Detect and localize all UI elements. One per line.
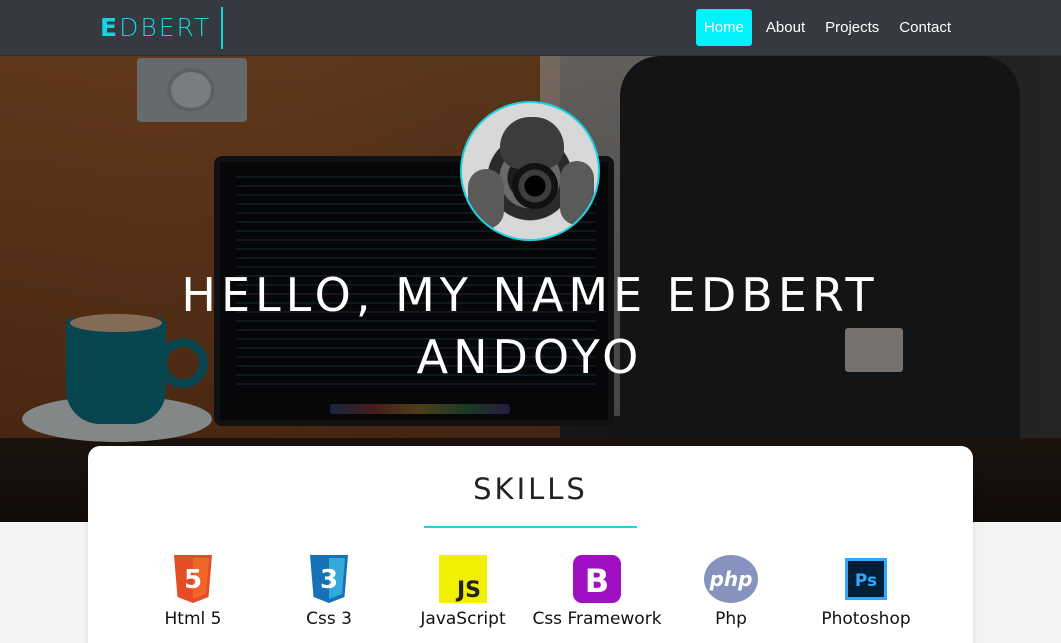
skills-title-underline xyxy=(424,526,637,528)
hero-title: HELLO, MY NAME EDBERT ANDOYO xyxy=(181,268,879,384)
html5-icon: 5 xyxy=(128,554,258,604)
brand-text: EDBERT xyxy=(100,12,212,42)
nav-item-projects[interactable]: Projects xyxy=(815,9,889,46)
svg-text:php: php xyxy=(709,567,753,591)
bootstrap-icon: B xyxy=(532,554,662,604)
nav-menu: Home About Projects Contact xyxy=(695,9,961,46)
brand-divider xyxy=(221,7,223,49)
svg-text:Ps: Ps xyxy=(855,571,877,591)
css3-icon: 3 xyxy=(264,554,394,604)
svg-text:JS: JS xyxy=(455,578,481,603)
svg-text:3: 3 xyxy=(320,565,338,595)
javascript-icon: JS xyxy=(398,554,528,604)
skills-title: SKILLS xyxy=(473,472,588,506)
brand-logo[interactable]: EDBERT xyxy=(100,12,211,42)
svg-text:B: B xyxy=(585,562,609,600)
nav-item-about[interactable]: About xyxy=(756,9,815,46)
skill-item-css-framework: B Css Framework xyxy=(532,554,662,629)
skill-item-css3: 3 Css 3 xyxy=(264,554,394,629)
navbar: EDBERT Home About Projects Contact xyxy=(0,0,1061,56)
svg-text:5: 5 xyxy=(184,565,202,595)
skill-item-photoshop: Ps Photoshop xyxy=(801,554,931,629)
profile-avatar xyxy=(460,101,600,241)
skill-item-html5: 5 Html 5 xyxy=(128,554,258,629)
nav-item-contact[interactable]: Contact xyxy=(889,9,961,46)
php-icon: php xyxy=(666,554,796,604)
skill-item-php: php Php xyxy=(666,554,796,629)
skills-card: SKILLS 5 Html 5 3 Css 3 JS JavaScript B … xyxy=(88,446,973,643)
skill-item-javascript: JS JavaScript xyxy=(398,554,528,629)
nav-item-home[interactable]: Home xyxy=(695,9,752,46)
photoshop-icon: Ps xyxy=(801,554,931,604)
